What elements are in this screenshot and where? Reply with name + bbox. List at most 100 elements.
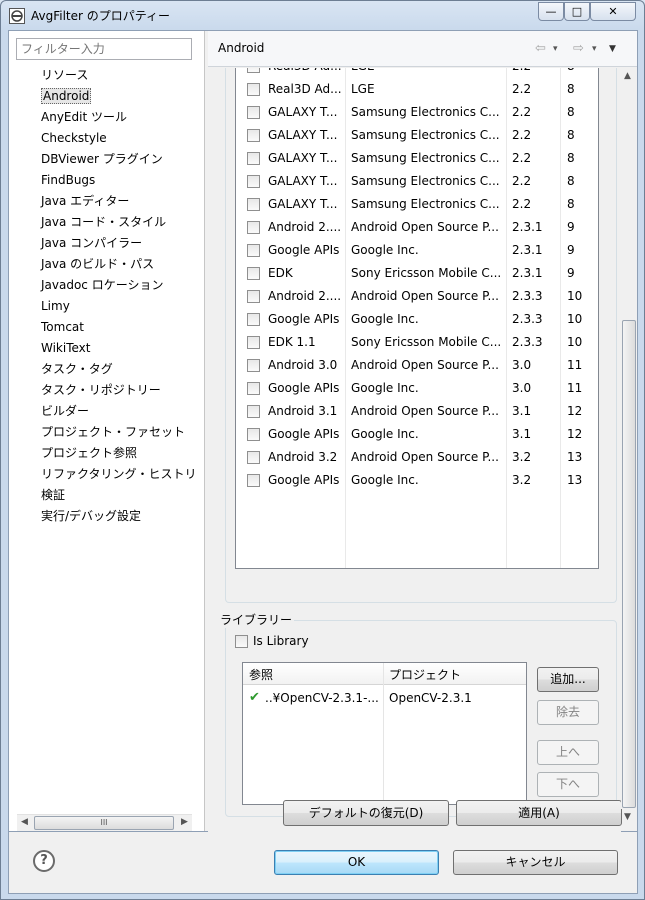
target-checkbox[interactable] [247, 336, 260, 349]
target-row[interactable]: Google APIs Google Inc. 2.3.1 9 [236, 239, 598, 262]
column-header-project[interactable]: プロジェクト [389, 666, 461, 683]
library-row[interactable]: ✔ ..¥OpenCV-2.3.1-... OpenCV-2.3.1 [243, 687, 526, 709]
preference-item[interactable]: Java コンパイラー [40, 233, 200, 254]
target-row[interactable]: GALAXY T... Samsung Electronics C... 2.2 8 [236, 170, 598, 193]
forward-history-dropdown-icon[interactable]: ▾ [592, 44, 597, 54]
target-checkbox[interactable] [247, 451, 260, 464]
target-row[interactable]: EDK 1.1 Sony Ericsson Mobile C... 2.3.3 10 [236, 331, 598, 354]
target-row[interactable]: Google APIs Google Inc. 3.1 12 [236, 423, 598, 446]
preference-item[interactable]: タスク・リポジトリー [40, 380, 200, 401]
scroll-left-icon[interactable]: ◀ [21, 817, 28, 827]
target-checkbox[interactable] [247, 244, 260, 257]
target-row[interactable]: Google APIs Google Inc. 2.3.3 10 [236, 308, 598, 331]
restore-defaults-button[interactable]: デフォルトの復元(D) [283, 800, 449, 826]
target-checkbox[interactable] [247, 405, 260, 418]
minimize-button[interactable]: — [538, 2, 564, 21]
tree-horizontal-scrollbar[interactable]: ◀ III ▶ [17, 814, 192, 831]
target-row[interactable]: Google APIs Google Inc. 3.0 11 [236, 377, 598, 400]
back-arrow-icon[interactable]: ⇦ [535, 41, 546, 56]
target-platform: 2.2 [512, 105, 532, 119]
preference-item[interactable]: Java のビルド・パス [40, 254, 200, 275]
window-title: AvgFilter のプロパティー [31, 9, 171, 23]
scroll-right-icon[interactable]: ▶ [181, 817, 188, 827]
close-icon: ✕ [608, 5, 618, 18]
preference-item[interactable]: リソース [40, 65, 200, 86]
target-checkbox[interactable] [247, 129, 260, 142]
ok-button[interactable]: OK [274, 850, 439, 875]
scroll-thumb[interactable] [622, 320, 636, 808]
preference-item[interactable]: Limy [40, 296, 200, 317]
target-checkbox[interactable] [247, 106, 260, 119]
cancel-button[interactable]: キャンセル [453, 850, 618, 875]
target-checkbox[interactable] [247, 313, 260, 326]
move-down-button[interactable]: 下へ [537, 772, 599, 797]
preference-item[interactable]: プロジェクト参照 [40, 443, 200, 464]
preference-list: リソース Android AnyEdit ツール Checkstyle DBViewer… [40, 65, 200, 527]
target-checkbox[interactable] [247, 267, 260, 280]
target-api: 10 [567, 289, 583, 303]
target-row[interactable]: Android 3.0 Android Open Source P... 3.0 11 [236, 354, 598, 377]
target-checkbox[interactable] [247, 175, 260, 188]
target-row[interactable]: Android 2.... Android Open Source P... 2.3… [236, 216, 598, 239]
target-checkbox[interactable] [247, 68, 260, 73]
preference-item[interactable]: AnyEdit ツール [40, 107, 200, 128]
title-bar[interactable]: AvgFilter のプロパティー — □ ✕ [1, 1, 644, 29]
preference-item[interactable]: 実行/デバッグ設定 [40, 506, 200, 527]
target-vendor: Android Open Source P... [351, 358, 499, 372]
preference-item[interactable]: Javadoc ロケーション [40, 275, 200, 296]
target-row[interactable]: EDK Sony Ericsson Mobile C... 2.3.1 9 [236, 262, 598, 285]
target-row[interactable]: Real3D Ad... LGE 2.2 8 [236, 68, 598, 78]
maximize-icon: □ [571, 5, 583, 18]
preference-item[interactable]: Android [40, 86, 200, 107]
target-api: 12 [567, 404, 583, 418]
target-row[interactable]: Android 3.2 Android Open Source P... 3.2 13 [236, 446, 598, 469]
target-row[interactable]: Google APIs Google Inc. 3.2 13 [236, 469, 598, 492]
target-checkbox[interactable] [247, 83, 260, 96]
preference-item[interactable]: FindBugs [40, 170, 200, 191]
target-checkbox[interactable] [247, 152, 260, 165]
add-library-button[interactable]: 追加... [537, 667, 599, 692]
preference-item[interactable]: Checkstyle [40, 128, 200, 149]
forward-arrow-icon[interactable]: ⇨ [573, 41, 584, 56]
target-checkbox[interactable] [247, 474, 260, 487]
checkbox-box[interactable] [235, 635, 248, 648]
back-history-dropdown-icon[interactable]: ▾ [553, 44, 558, 54]
preference-item[interactable]: Tomcat [40, 317, 200, 338]
scroll-down-icon[interactable]: ▼ [624, 812, 631, 822]
preference-item[interactable]: WikiText [40, 338, 200, 359]
preference-item[interactable]: リファクタリング・ヒストリ [40, 464, 200, 485]
view-menu-icon[interactable]: ▼ [609, 44, 616, 54]
target-row[interactable]: Android 3.1 Android Open Source P... 3.1 12 [236, 400, 598, 423]
target-row[interactable]: GALAXY T... Samsung Electronics C... 2.2 8 [236, 101, 598, 124]
target-row[interactable]: GALAXY T... Samsung Electronics C... 2.2 8 [236, 193, 598, 216]
scroll-thumb[interactable]: III [34, 816, 174, 830]
target-row[interactable]: Real3D Ad... LGE 2.2 8 [236, 78, 598, 101]
preference-item[interactable]: Java エディター [40, 191, 200, 212]
preference-item[interactable]: プロジェクト・ファセット [40, 422, 200, 443]
target-row[interactable]: GALAXY T... Samsung Electronics C... 2.2 8 [236, 124, 598, 147]
target-checkbox[interactable] [247, 221, 260, 234]
target-checkbox[interactable] [247, 428, 260, 441]
column-header-reference[interactable]: 参照 [249, 666, 273, 683]
target-name: Google APIs [268, 427, 340, 441]
preference-item[interactable]: DBViewer プラグイン [40, 149, 200, 170]
close-button[interactable]: ✕ [590, 2, 636, 21]
target-checkbox[interactable] [247, 382, 260, 395]
target-row[interactable]: GALAXY T... Samsung Electronics C... 2.2 8 [236, 147, 598, 170]
move-up-button[interactable]: 上へ [537, 740, 599, 765]
scroll-up-icon[interactable]: ▲ [624, 71, 631, 81]
apply-button[interactable]: 適用(A) [456, 800, 622, 826]
help-icon[interactable]: ? [33, 850, 55, 872]
target-checkbox[interactable] [247, 198, 260, 211]
maximize-button[interactable]: □ [564, 2, 590, 21]
preference-item[interactable]: タスク・タグ [40, 359, 200, 380]
preference-item[interactable]: Java コード・スタイル [40, 212, 200, 233]
target-checkbox[interactable] [247, 359, 260, 372]
preference-item[interactable]: ビルダー [40, 401, 200, 422]
target-checkbox[interactable] [247, 290, 260, 303]
filter-input[interactable] [16, 38, 192, 60]
page-vertical-scrollbar[interactable]: ▲ ▼ [621, 68, 637, 822]
remove-library-button[interactable]: 除去 [537, 700, 599, 725]
target-row[interactable]: Android 2.... Android Open Source P... 2.3… [236, 285, 598, 308]
preference-item[interactable]: 検証 [40, 485, 200, 506]
